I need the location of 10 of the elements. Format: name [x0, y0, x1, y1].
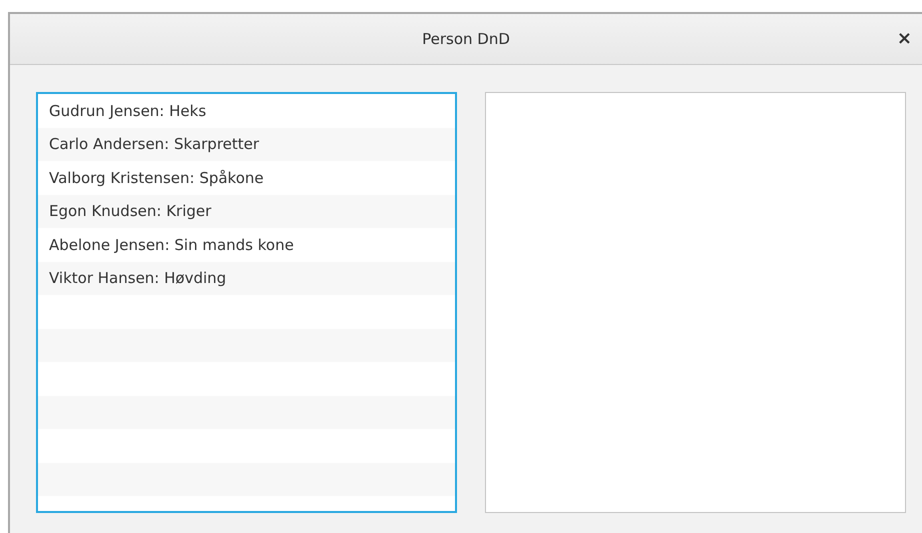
list-view[interactable]: Gudrun Jensen: Heks Carlo Andersen: Skarpretter Valborg Kristensen: Spåkone Egon Knudsen: Kriger Abelone Jensen: Sin mands kone Viktor Hansen: Høvding	[36, 92, 457, 513]
list-item[interactable]: Carlo Andersen: Skarpretter	[49, 135, 260, 154]
list-item[interactable]: Valborg Kristensen: Spåkone	[49, 168, 264, 187]
window-title: Person DnD	[422, 30, 510, 48]
list-item[interactable]: Viktor Hansen: Høvding	[49, 269, 226, 288]
list-item[interactable]: Abelone Jensen: Sin mands kone	[49, 236, 294, 254]
list-view[interactable]	[485, 92, 906, 513]
list-item[interactable]: Gudrun Jensen: Heks	[49, 102, 206, 120]
list-item[interactable]: Egon Knudsen: Kriger	[49, 202, 212, 220]
close-button[interactable]: ×	[892, 28, 916, 49]
